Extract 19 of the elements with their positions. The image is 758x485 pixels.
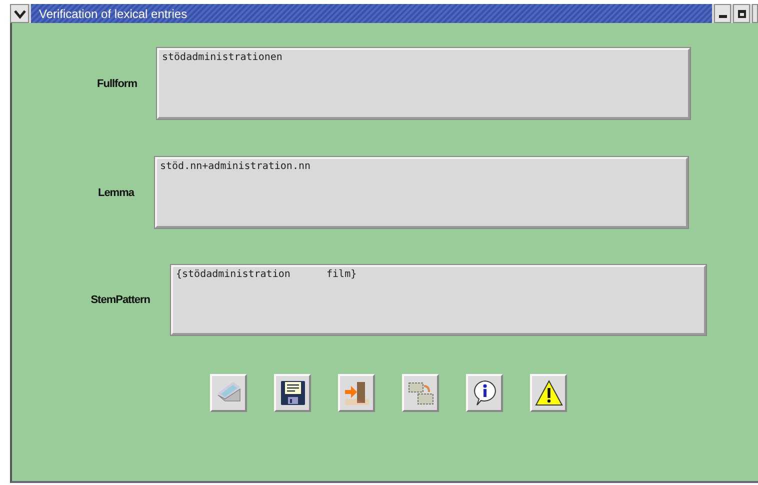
- exit-door-icon: [342, 379, 370, 407]
- text-field[interactable]: {stödadministration film}: [171, 265, 706, 335]
- field-label: StemPattern: [90, 294, 150, 306]
- warning-button[interactable]: [530, 374, 567, 412]
- maximize-button[interactable]: [733, 4, 750, 23]
- field-label: Fullform: [96, 78, 137, 90]
- text-field[interactable]: stödadministrationen: [157, 48, 690, 119]
- text-field[interactable]: stöd.nn+administration.nn: [155, 157, 688, 228]
- info-button[interactable]: [466, 374, 503, 412]
- warning-icon: [534, 379, 562, 407]
- save-button[interactable]: [274, 374, 311, 412]
- chevron-icon: [14, 8, 26, 18]
- exit-button[interactable]: [338, 374, 375, 412]
- copy-button[interactable]: [402, 374, 439, 412]
- minimize-button[interactable]: [714, 4, 731, 23]
- window-menu-button[interactable]: [10, 4, 29, 23]
- window-title: Verification of lexical entries: [39, 6, 188, 20]
- field-label: Lemma: [96, 186, 134, 198]
- scanner-button[interactable]: [210, 374, 247, 412]
